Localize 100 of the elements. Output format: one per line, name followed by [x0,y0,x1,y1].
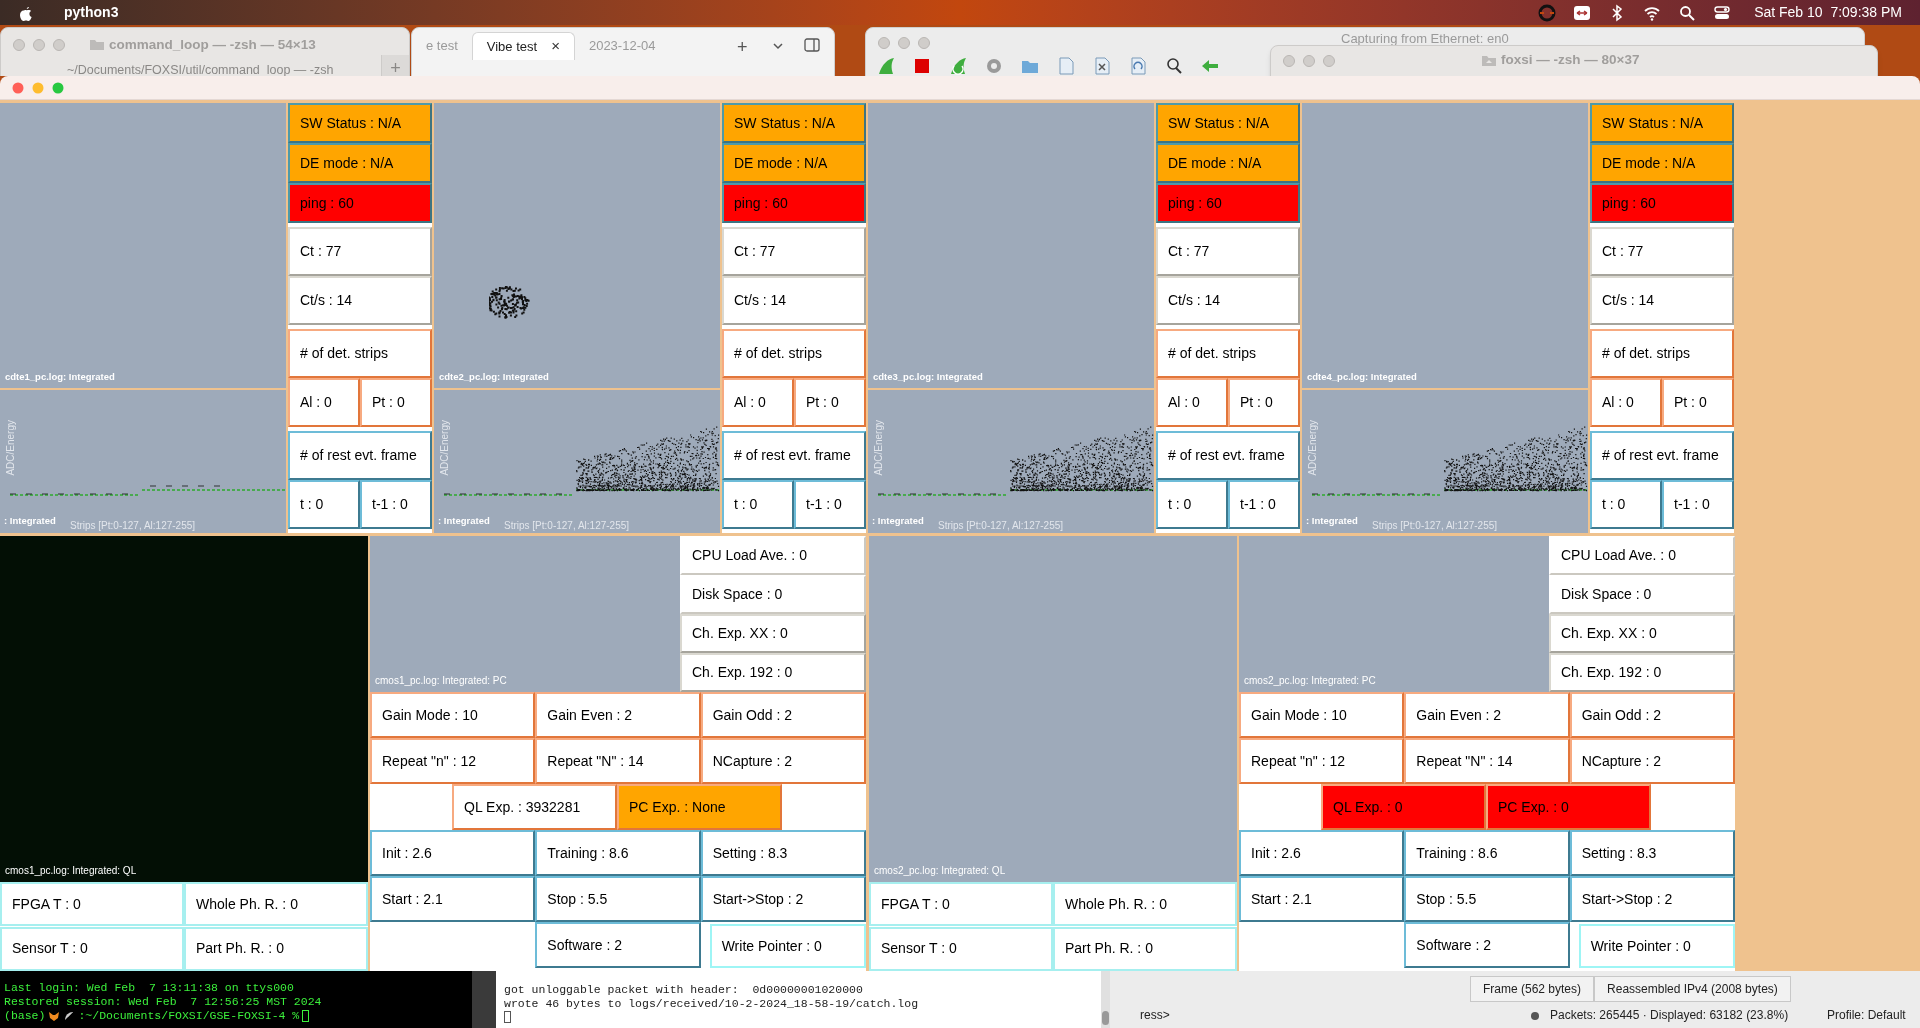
search-icon[interactable] [1164,56,1184,76]
new-tab-button[interactable]: + [737,34,748,61]
close-tab-button[interactable]: × [551,35,560,58]
status-dot-icon [1530,1011,1540,1021]
status-readout: ping : 60 [288,183,432,223]
status-readout: # of det. strips [1156,329,1300,378]
control-center-icon[interactable] [1713,3,1732,22]
status-readout: PC Exp. : 0 [1486,784,1651,830]
window-control-icon[interactable] [1323,55,1335,67]
document-close-icon[interactable] [1092,56,1112,76]
window-control-icon[interactable] [1283,55,1295,67]
status-readout: SW Status : N/A [288,103,432,143]
status-readout: Ct : 77 [1590,227,1734,276]
status-readout: NCapture : 2 [1569,738,1735,784]
window-control-icon[interactable] [33,39,45,51]
chevron-down-icon[interactable] [772,40,784,52]
status-readout: Ct/s : 14 [1590,276,1734,325]
status-readout: Whole Ph. R. : 0 [1053,882,1237,926]
status-readout: Gain Odd : 2 [700,692,866,738]
scrollbar-thumb[interactable] [1102,1011,1109,1025]
status-readout: Ct/s : 14 [722,276,866,325]
status-readout: Ch. Exp. XX : 0 [680,614,866,653]
status-readout: DE mode : N/A [722,143,866,183]
status-readout: FPGA T : 0 [0,882,184,926]
status-readout: t : 0 [722,480,794,529]
window-control-icon[interactable] [898,37,910,49]
status-readout: Stop : 5.5 [1404,876,1570,922]
image-caption: cdte4_pc.log: Integrated [1307,369,1417,384]
image-caption: cmos2_pc.log: Integrated: QL [874,864,1006,878]
folder-icon [89,38,105,51]
status-readout: Ch. Exp. XX : 0 [1549,614,1735,653]
image-caption: cmos1_pc.log: Integrated: PC [375,674,507,688]
window-control-icon[interactable] [12,82,24,94]
search-icon[interactable] [1678,3,1697,22]
window-control-icon[interactable] [52,82,64,94]
status-readout: # of rest evt. frame [1156,431,1300,480]
status-readout: Setting : 8.3 [1569,830,1735,876]
document-reload-icon[interactable] [1128,56,1148,76]
status-readout: t : 0 [1156,480,1228,529]
window-control-icon[interactable] [918,37,930,49]
status-readout: QL Exp. : 3932281 [452,784,617,830]
window-control-icon[interactable] [878,37,890,49]
fox-icon [48,1010,61,1022]
status-readout: Start->Stop : 2 [700,876,866,922]
image-caption: : Integrated [438,513,490,528]
browser-tab[interactable]: Vibe test × [471,32,575,60]
status-readout: Al : 0 [288,378,360,427]
status-readout: SW Status : N/A [722,103,866,143]
status-readout: Ct : 77 [288,227,432,276]
status-readout: Al : 0 [1156,378,1228,427]
bytes-tab[interactable]: Frame (562 bytes) [1470,976,1595,1002]
status-readout: # of det. strips [288,329,432,378]
terminal-line: Restored session: Wed Feb 7 12:56:25 MST 2024 [4,995,323,1009]
status-readout: PC Exp. : None [617,784,782,830]
status-readout: Write Pointer : 0 [1578,924,1735,968]
status-readout: Pt : 0 [794,378,866,427]
status-readout: DE mode : N/A [1156,143,1300,183]
terminal-prompt: (base) [4,1009,46,1023]
remote-access-icon[interactable] [1573,3,1592,22]
terminal-line: got unloggable packet with header: 0d00000001020000 [504,983,864,997]
sidebar-icon[interactable] [804,38,820,52]
status-readout: Al : 0 [722,378,794,427]
status-readout: Gain Odd : 2 [1569,692,1735,738]
image-caption: cmos2_pc.log: Integrated: PC [1244,674,1376,688]
window-control-icon[interactable] [13,39,25,51]
axis-label: ADC/Energy [4,420,17,476]
status-readout: Start : 2.1 [1239,876,1405,922]
status-readout: DE mode : N/A [288,143,432,183]
shark-fin-icon[interactable] [948,56,968,76]
status-readout: Training : 8.6 [1404,830,1570,876]
menu-clock[interactable]: Sat Feb 10 7:09:38 PM [1754,2,1902,23]
sync-icon[interactable] [1538,3,1557,22]
terminal-line: wrote 46 bytes to logs/received/10-2-2024_18-58-19/catch.log [504,997,920,1011]
window-control-icon[interactable] [1303,55,1315,67]
status-readout: Start->Stop : 2 [1569,876,1735,922]
status-readout: QL Exp. : 0 [1321,784,1486,830]
stop-icon[interactable] [912,56,932,76]
status-readout: # of det. strips [1590,329,1734,378]
status-readout: ping : 60 [1156,183,1300,223]
status-readout: Pt : 0 [1228,378,1300,427]
status-readout: Gain Mode : 10 [1239,692,1405,738]
status-readout: # of rest evt. frame [722,431,866,480]
image-caption: cdte3_pc.log: Integrated [873,369,983,384]
gear-icon[interactable] [984,56,1004,76]
axis-label: ADC/Energy [438,420,451,476]
terminal-line: Last login: Wed Feb 7 13:11:38 on ttys000 [4,981,295,995]
status-readout: Disk Space : 0 [680,575,866,614]
bytes-tab[interactable]: Reassembled IPv4 (2008 bytes) [1594,976,1791,1002]
profile-status[interactable]: Profile: Default [1827,1006,1906,1024]
window-control-icon[interactable] [53,39,65,51]
image-caption: cmos1_pc.log: Integrated: QL [5,864,137,878]
window-control-icon[interactable] [32,82,44,94]
image-caption: cdte1_pc.log: Integrated [5,369,115,384]
home-folder-icon [1481,54,1497,67]
status-readout: t : 0 [288,480,360,529]
status-readout: Training : 8.6 [535,830,701,876]
shark-fin-icon[interactable] [876,56,896,76]
app-name[interactable]: python3 [64,2,119,23]
axis-label: Strips [Pt:0-127, Al:127-255] [504,519,630,533]
status-readout: # of rest evt. frame [288,431,432,480]
